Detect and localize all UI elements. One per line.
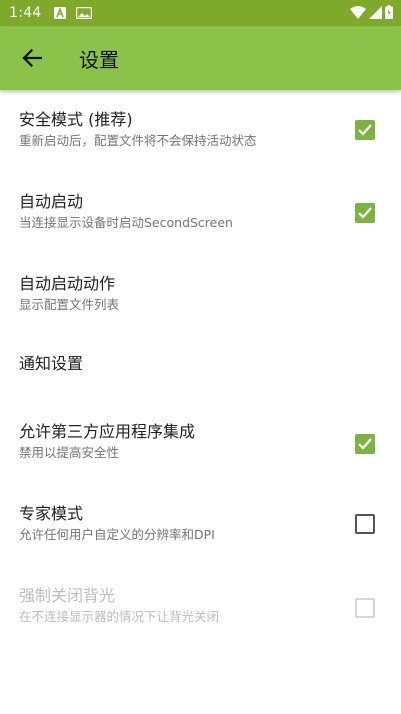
photo-icon [75, 4, 92, 23]
wifi-icon [350, 4, 366, 23]
page-title: 设置 [79, 47, 119, 72]
expert-mode-checkbox[interactable] [355, 514, 375, 534]
pref-summary: 禁用以提高安全性 [19, 445, 120, 460]
pref-title: 通知设置 [19, 354, 84, 373]
pref-auto-start-action[interactable]: 自动启动动作 显示配置文件列表 [0, 254, 401, 336]
safe-mode-checkbox[interactable] [355, 120, 375, 140]
pref-expert-mode[interactable]: 专家模式 允许任何用户自定义的分辨率和DPI [0, 484, 401, 566]
pref-title: 强制关闭背光 [19, 586, 116, 605]
pref-third-party-integration[interactable]: 允许第三方应用程序集成 禁用以提高安全性 [0, 402, 401, 484]
pref-notification-settings[interactable]: 通知设置 [0, 336, 401, 402]
arrow-left-icon [22, 49, 42, 67]
back-button[interactable] [15, 41, 49, 75]
pref-force-backlight-off: 强制关闭背光 在不连接显示器的情况下让背光关闭 [0, 566, 401, 648]
pref-title: 自动启动 [19, 192, 84, 211]
signal-icon [369, 4, 382, 23]
pref-title: 允许第三方应用程序集成 [19, 422, 196, 441]
pref-title: 专家模式 [19, 504, 84, 523]
app-bar: 设置 [0, 26, 401, 90]
check-icon [358, 438, 372, 450]
settings-list: 安全模式 (推荐) 重新启动后，配置文件将不会保持活动状态 自动启动 当连接显示… [0, 90, 401, 648]
force-backlight-off-checkbox [355, 598, 375, 618]
auto-start-checkbox[interactable] [355, 203, 375, 223]
a-icon [53, 4, 66, 23]
pref-summary: 在不连接显示器的情况下让背光关闭 [19, 609, 220, 624]
pref-summary: 重新启动后，配置文件将不会保持活动状态 [19, 133, 257, 148]
pref-title: 自动启动动作 [19, 274, 116, 293]
pref-summary: 显示配置文件列表 [19, 297, 120, 312]
check-icon [358, 207, 372, 219]
pref-summary: 允许任何用户自定义的分辨率和DPI [19, 527, 215, 542]
status-bar: 1:44 [0, 0, 401, 26]
status-time: 1:44 [9, 5, 42, 21]
third-party-integration-checkbox[interactable] [355, 434, 375, 454]
check-icon [358, 124, 372, 136]
pref-title: 安全模式 (推荐) [19, 110, 133, 129]
pref-summary: 当连接显示设备时启动SecondScreen [19, 215, 233, 230]
battery-icon [385, 4, 393, 23]
pref-safe-mode[interactable]: 安全模式 (推荐) 重新启动后，配置文件将不会保持活动状态 [0, 90, 401, 172]
pref-auto-start[interactable]: 自动启动 当连接显示设备时启动SecondScreen [0, 172, 401, 254]
